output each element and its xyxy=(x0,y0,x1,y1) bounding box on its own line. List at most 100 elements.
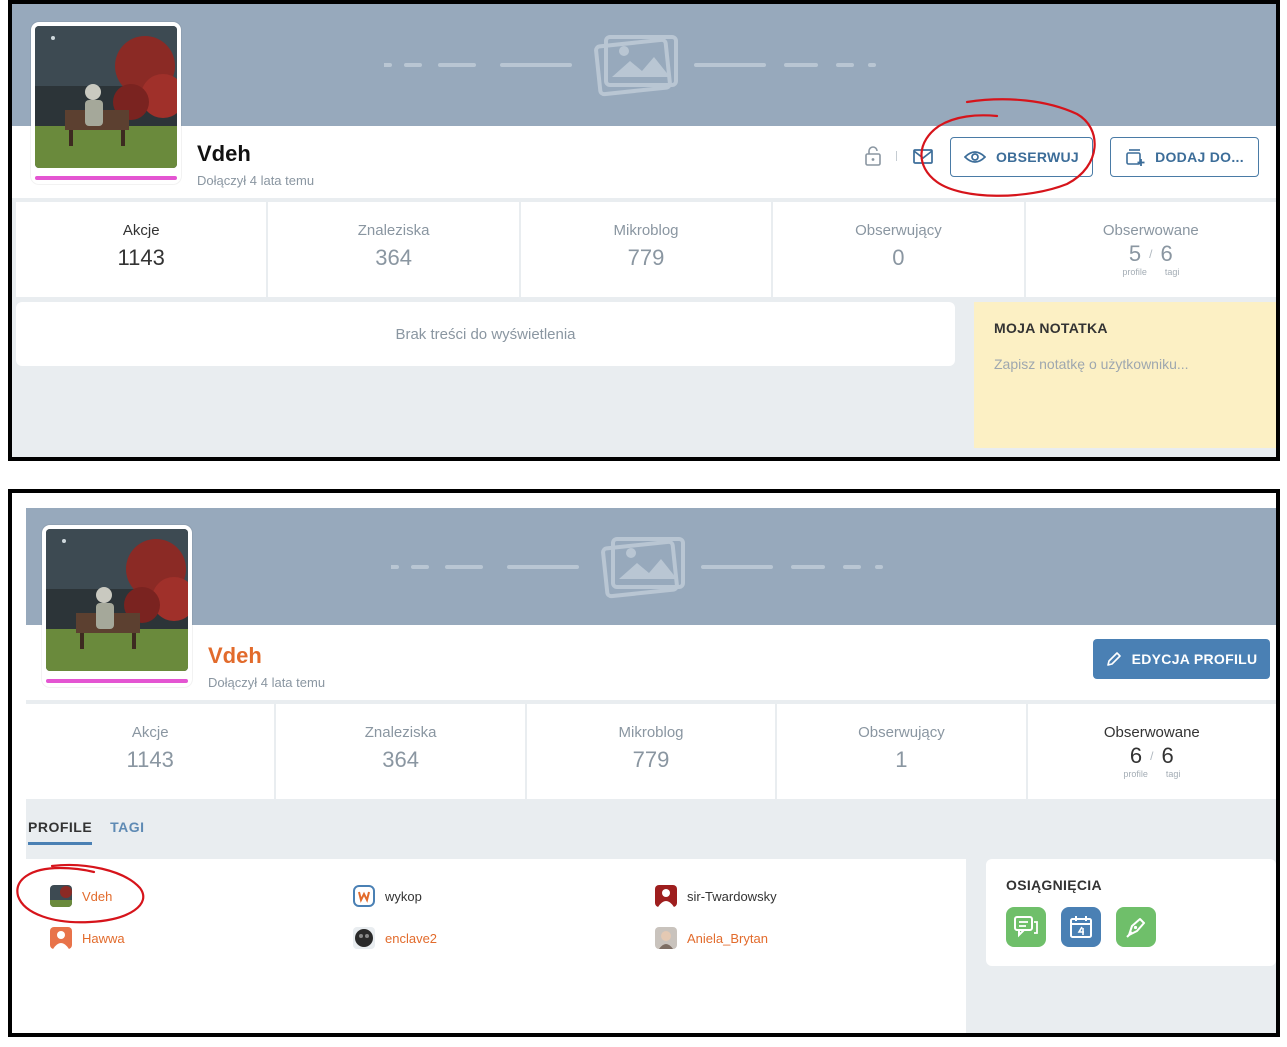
stat-actions[interactable]: Akcje 1143 xyxy=(26,704,275,799)
achievements-title: OSIĄGNIĘCIA xyxy=(1006,877,1102,893)
tab-profiles[interactable]: PROFILE xyxy=(28,819,93,845)
avatar-color-bar xyxy=(35,176,177,180)
tab-tags[interactable]: TAGI xyxy=(110,819,144,845)
avatar-image xyxy=(46,529,188,671)
lock-icon[interactable] xyxy=(862,145,884,167)
stat-label: Znaleziska xyxy=(364,724,437,741)
separator: / xyxy=(1149,247,1153,261)
joined-date: Dołączył 4 lata temu xyxy=(197,173,315,188)
image-placeholder-icon xyxy=(384,35,876,97)
stat-label: Mikroblog xyxy=(618,724,684,741)
stat-label: Obserwujący xyxy=(855,222,942,239)
avatar-image xyxy=(35,26,177,168)
stat-label: Obserwowane xyxy=(1103,724,1200,741)
stat-value: 364 xyxy=(382,747,419,772)
comments-icon[interactable] xyxy=(1006,907,1046,947)
list-item[interactable]: Hawwa xyxy=(50,927,125,949)
stat-label: Obserwujący xyxy=(858,724,945,741)
stats-row: Akcje 1143 Znaleziska 364 Mikroblog 779 … xyxy=(26,704,1276,799)
bottom-screenshot-frame: Vdeh Dołączył 4 lata temu EDYCJA PROFILU… xyxy=(8,489,1280,1037)
stat-value: 1143 xyxy=(117,245,165,270)
top-screenshot-frame: Vdeh Dołączył 4 lata temu OBSERWUJ DODAJ… xyxy=(8,0,1280,461)
eye-icon xyxy=(963,151,986,163)
observed-tags-label: tagi xyxy=(1164,267,1180,277)
list-item[interactable]: enclave2 xyxy=(353,927,437,949)
observed-tags-label: tagi xyxy=(1165,769,1181,779)
note-title: MOJA NOTATKA xyxy=(994,320,1108,336)
stats-row: Akcje 1143 Znaleziska 364 Mikroblog 779 … xyxy=(16,202,1276,297)
avatar-color-bar xyxy=(46,679,188,683)
observed-profiles-label: profile xyxy=(1123,769,1148,779)
profile-panel-bottom: Vdeh Dołączył 4 lata temu EDYCJA PROFILU… xyxy=(16,508,1276,1033)
stat-observed[interactable]: Obserwowane 5 / 6 profile tagi xyxy=(1025,202,1276,297)
cover-image xyxy=(26,508,1276,625)
observed-tags-count: 6 xyxy=(1161,743,1174,768)
calendar-icon[interactable] xyxy=(1061,907,1101,947)
follow-button-label: OBSERWUJ xyxy=(995,149,1080,165)
followed-profiles-list: Vdeh wykop sir-Twardowsky Hawwa enclave2… xyxy=(26,859,966,1033)
wykop-logo-icon xyxy=(353,885,375,907)
username[interactable]: Vdeh xyxy=(197,141,251,167)
add-to-button[interactable]: DODAJ DO... xyxy=(1110,137,1259,177)
profile-nick: Hawwa xyxy=(82,930,125,946)
note-input[interactable]: Zapisz notatkę o użytkowniku... xyxy=(994,356,1256,372)
list-item[interactable]: wykop xyxy=(353,885,422,907)
pencil-icon xyxy=(1106,652,1121,666)
follow-button[interactable]: OBSERWUJ xyxy=(950,137,1093,177)
profile-panel-top: Vdeh Dołączył 4 lata temu OBSERWUJ DODAJ… xyxy=(12,4,1276,457)
list-item[interactable]: Aniela_Brytan xyxy=(655,927,768,949)
profile-nick: sir-Twardowsky xyxy=(687,888,777,904)
stat-value: 364 xyxy=(375,245,412,270)
stat-observed[interactable]: Obserwowane 6 / 6 profile tagi xyxy=(1027,704,1276,799)
achievements-box: OSIĄGNIĘCIA xyxy=(986,859,1276,966)
avatar xyxy=(50,885,72,907)
stat-links[interactable]: Znaleziska 364 xyxy=(276,704,525,799)
joined-date: Dołączył 4 lata temu xyxy=(208,675,326,690)
stat-label: Akcje xyxy=(131,724,169,741)
pen-icon[interactable] xyxy=(1116,907,1156,947)
stat-value: 0 xyxy=(892,245,905,270)
edit-profile-button[interactable]: EDYCJA PROFILU xyxy=(1093,639,1270,679)
avatar[interactable] xyxy=(31,22,181,184)
observed-tabs: PROFILE TAGI xyxy=(28,819,145,845)
divider xyxy=(896,151,897,161)
stat-microblog[interactable]: Mikroblog 779 xyxy=(520,202,772,297)
avatar xyxy=(50,927,72,949)
cover-image xyxy=(12,4,1276,126)
stat-followers[interactable]: Obserwujący 1 xyxy=(777,704,1026,799)
stat-value: 779 xyxy=(632,747,670,772)
avatar xyxy=(655,885,677,907)
message-icon[interactable] xyxy=(912,145,934,167)
stat-links[interactable]: Znaleziska 364 xyxy=(268,202,519,297)
stat-label: Mikroblog xyxy=(613,222,679,239)
stat-value: 1 xyxy=(895,747,908,772)
edit-profile-button-label: EDYCJA PROFILU xyxy=(1131,651,1258,667)
profile-nick: enclave2 xyxy=(385,930,438,946)
user-note-box[interactable]: MOJA NOTATKA Zapisz notatkę o użytkownik… xyxy=(974,302,1276,448)
stat-label: Obserwowane xyxy=(1102,222,1199,239)
stat-value: 779 xyxy=(627,245,665,270)
separator: / xyxy=(1150,749,1154,763)
profile-nick: wykop xyxy=(385,888,422,904)
empty-content-message: Brak treści do wyświetlenia xyxy=(16,302,955,366)
avatar xyxy=(353,927,375,949)
stat-label: Znaleziska xyxy=(357,222,430,239)
observed-tags-count: 6 xyxy=(1160,241,1173,266)
avatar xyxy=(655,927,677,949)
list-item[interactable]: Vdeh xyxy=(50,885,112,907)
stat-microblog[interactable]: Mikroblog 779 xyxy=(526,704,776,799)
stat-actions[interactable]: Akcje 1143 xyxy=(16,202,267,297)
list-item[interactable]: sir-Twardowsky xyxy=(655,885,777,907)
avatar[interactable] xyxy=(42,525,192,687)
observed-profiles-label: profile xyxy=(1122,267,1147,277)
observed-profiles-count: 6 xyxy=(1129,743,1143,768)
stat-followers[interactable]: Obserwujący 0 xyxy=(773,202,1024,297)
add-to-button-label: DODAJ DO... xyxy=(1155,149,1244,165)
stat-label: Akcje xyxy=(122,222,160,239)
profile-nick: Aniela_Brytan xyxy=(687,930,768,946)
stat-value: 1143 xyxy=(126,747,174,772)
observed-profiles-count: 5 xyxy=(1128,241,1142,266)
image-placeholder-icon xyxy=(391,536,883,598)
profile-nick: Vdeh xyxy=(82,888,113,904)
username[interactable]: Vdeh xyxy=(208,643,262,669)
